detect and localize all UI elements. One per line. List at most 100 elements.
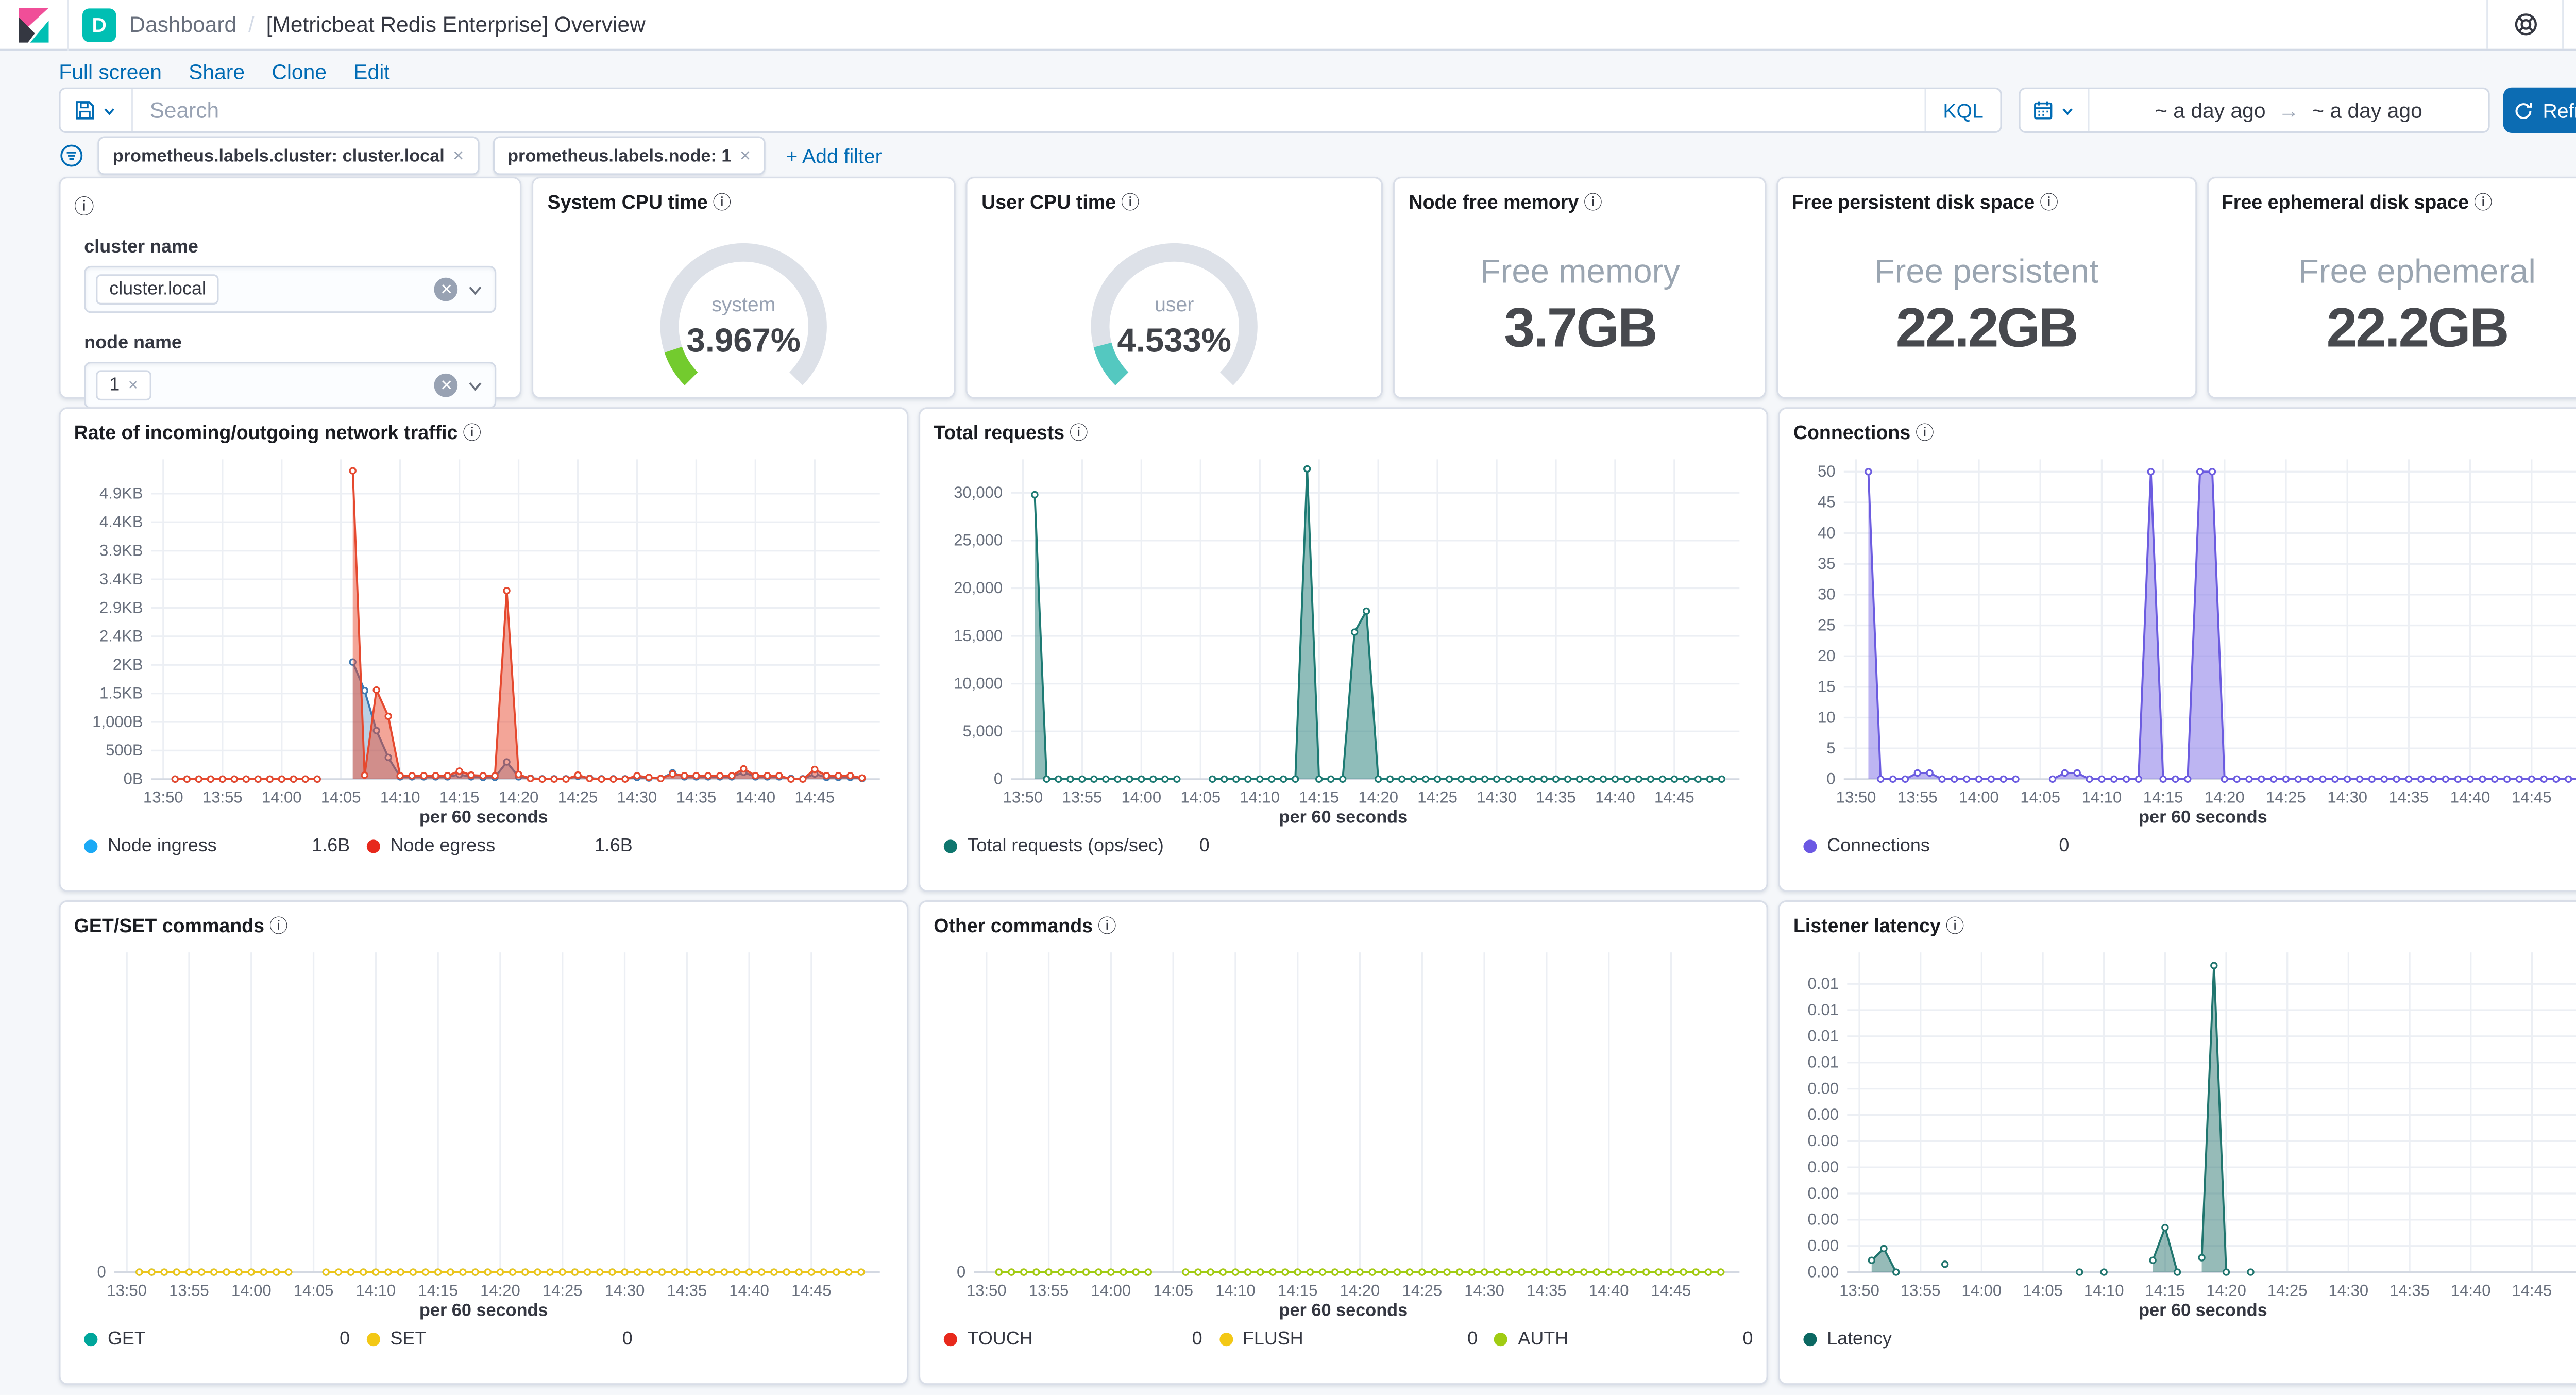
refresh-button[interactable]: Refresh — [2503, 88, 2576, 133]
info-icon[interactable]: ⓘ — [74, 195, 94, 219]
network-traffic-chart[interactable]: 13:5013:5514:0014:0514:1014:1514:2014:25… — [74, 446, 893, 809]
panel-user-cpu: User CPU timeⓘ user4.533% — [967, 177, 1384, 399]
svg-text:0.00: 0.00 — [1808, 1158, 1839, 1176]
panel-total-requests: Total requestsⓘ 13:5013:5514:0014:0514:1… — [919, 407, 1768, 892]
svg-text:14:40: 14:40 — [2451, 1281, 2491, 1299]
info-icon[interactable]: ⓘ — [2040, 194, 2058, 214]
panel-controls: ⓘ cluster name cluster.local ✕ — [59, 177, 522, 399]
chart-legend: Connections0 — [1793, 836, 2576, 856]
svg-text:5,000: 5,000 — [962, 722, 1003, 740]
legend-item[interactable]: SET0 — [367, 1330, 633, 1350]
svg-text:1.5KB: 1.5KB — [99, 684, 143, 702]
svg-text:13:55: 13:55 — [1901, 1281, 1941, 1299]
legend-dot-icon — [84, 1333, 97, 1346]
svg-text:14:00: 14:00 — [1091, 1281, 1131, 1299]
filter-options-icon[interactable] — [59, 143, 84, 169]
kibana-logo-icon[interactable] — [0, 6, 67, 43]
cluster-name-select[interactable]: cluster.local ✕ — [84, 266, 497, 313]
refresh-icon — [2514, 100, 2534, 120]
x-axis-label: per 60 seconds — [1793, 1301, 2576, 1321]
legend-value: 0 — [622, 1330, 633, 1350]
other-commands-chart[interactable]: 13:5013:5514:0014:0514:1014:1514:2014:25… — [934, 939, 1753, 1302]
date-quick-select-button[interactable] — [2021, 89, 2090, 131]
filter-bar: prometheus.labels.cluster: cluster.local… — [59, 136, 882, 175]
legend-item[interactable]: AUTH0 — [1495, 1330, 1753, 1350]
date-to[interactable]: ~ a day ago — [2312, 98, 2422, 122]
metric-caption: Free persistent — [1874, 253, 2099, 292]
node-name-select[interactable]: 1 × ✕ — [84, 362, 497, 409]
user-cpu-gauge: user4.533% — [981, 215, 1368, 391]
close-icon[interactable]: × — [128, 376, 138, 395]
help-button[interactable] — [2486, 0, 2562, 49]
legend-item[interactable]: Node ingress1.6B — [84, 836, 350, 856]
info-icon[interactable]: ⓘ — [1916, 424, 1934, 444]
filter-pill-cluster[interactable]: prometheus.labels.cluster: cluster.local… — [97, 136, 479, 175]
cluster-name-pill[interactable]: cluster.local — [96, 274, 219, 305]
info-icon[interactable]: ⓘ — [1946, 917, 1964, 937]
breadcrumb-dashboard[interactable]: Dashboard — [129, 12, 236, 37]
svg-text:45: 45 — [1818, 493, 1836, 511]
clone-link[interactable]: Clone — [272, 61, 327, 85]
top-header-bar: D Dashboard / [Metricbeat Redis Enterpri… — [0, 0, 2576, 51]
share-link[interactable]: Share — [189, 61, 245, 85]
info-icon[interactable]: ⓘ — [269, 917, 288, 937]
legend-label: Node ingress — [108, 836, 312, 856]
legend-item[interactable]: Total requests (ops/sec)0 — [944, 836, 1210, 856]
svg-text:14:25: 14:25 — [543, 1281, 583, 1299]
legend-item[interactable]: TOUCH0 — [944, 1330, 1202, 1350]
legend-value: 0 — [1192, 1330, 1202, 1350]
svg-text:14:25: 14:25 — [1402, 1281, 1442, 1299]
svg-text:14:25: 14:25 — [2267, 1281, 2308, 1299]
legend-item[interactable]: Connections0 — [1803, 836, 2069, 856]
svg-text:14:25: 14:25 — [1417, 788, 1458, 806]
legend-label: FLUSH — [1243, 1330, 1467, 1350]
dashboard-app-icon[interactable]: D — [82, 8, 116, 41]
chevron-down-icon — [101, 102, 118, 119]
info-icon[interactable]: ⓘ — [713, 194, 731, 214]
svg-text:0.00: 0.00 — [1808, 1132, 1839, 1150]
svg-text:13:50: 13:50 — [1836, 788, 1876, 806]
info-icon[interactable]: ⓘ — [1121, 194, 1140, 214]
metric-value: 22.2GB — [2327, 295, 2508, 359]
info-icon[interactable]: ⓘ — [1070, 424, 1088, 444]
close-icon[interactable]: × — [453, 145, 464, 165]
total-requests-chart[interactable]: 13:5013:5514:0014:0514:1014:1514:2014:25… — [934, 446, 1753, 809]
legend-value: 0 — [340, 1330, 350, 1350]
svg-text:14:40: 14:40 — [1595, 788, 1635, 806]
svg-text:3.4KB: 3.4KB — [99, 570, 143, 588]
getset-commands-chart[interactable]: 13:5013:5514:0014:0514:1014:1514:2014:25… — [74, 939, 893, 1302]
date-from[interactable]: ~ a day ago — [2155, 98, 2265, 122]
node-name-pill[interactable]: 1 × — [96, 370, 151, 400]
legend-dot-icon — [367, 839, 380, 853]
legend-item[interactable]: GET0 — [84, 1330, 350, 1350]
search-input[interactable] — [133, 97, 1925, 123]
filter-pill-node[interactable]: prometheus.labels.node: 1 × — [493, 136, 766, 175]
date-range[interactable]: ~ a day ago → ~ a day ago — [2090, 98, 2488, 122]
listener-latency-chart[interactable]: 13:5013:5514:0014:0514:1014:1514:2014:25… — [1793, 939, 2576, 1302]
svg-text:500B: 500B — [106, 741, 143, 759]
saved-query-button[interactable] — [61, 89, 133, 131]
edit-link[interactable]: Edit — [353, 61, 389, 85]
legend-item[interactable]: Node egress1.6B — [367, 836, 633, 856]
newsfeed-button[interactable] — [2562, 0, 2576, 49]
svg-text:0: 0 — [1826, 770, 1835, 788]
info-icon[interactable]: ⓘ — [1098, 917, 1116, 937]
svg-text:35: 35 — [1818, 554, 1836, 573]
info-icon[interactable]: ⓘ — [463, 424, 481, 444]
full-screen-link[interactable]: Full screen — [59, 61, 162, 85]
legend-item[interactable]: FLUSH0 — [1219, 1330, 1478, 1350]
node-name-label: node name — [84, 333, 497, 354]
clear-icon[interactable]: ✕ — [435, 278, 459, 301]
svg-text:14:25: 14:25 — [2266, 788, 2306, 806]
clear-icon[interactable]: ✕ — [435, 374, 459, 397]
query-language-button[interactable]: KQL — [1924, 89, 2000, 131]
svg-text:14:30: 14:30 — [1464, 1281, 1504, 1299]
info-icon[interactable]: ⓘ — [1584, 194, 1602, 214]
connections-chart[interactable]: 13:5013:5514:0014:0514:1014:1514:2014:25… — [1793, 446, 2576, 809]
info-icon[interactable]: ⓘ — [2474, 194, 2493, 214]
close-icon[interactable]: × — [740, 145, 751, 165]
legend-value: 1.6B — [595, 836, 633, 856]
legend-item[interactable]: Latency — [1803, 1330, 2069, 1350]
add-filter-link[interactable]: + Add filter — [786, 144, 882, 167]
svg-text:14:05: 14:05 — [1180, 788, 1221, 806]
